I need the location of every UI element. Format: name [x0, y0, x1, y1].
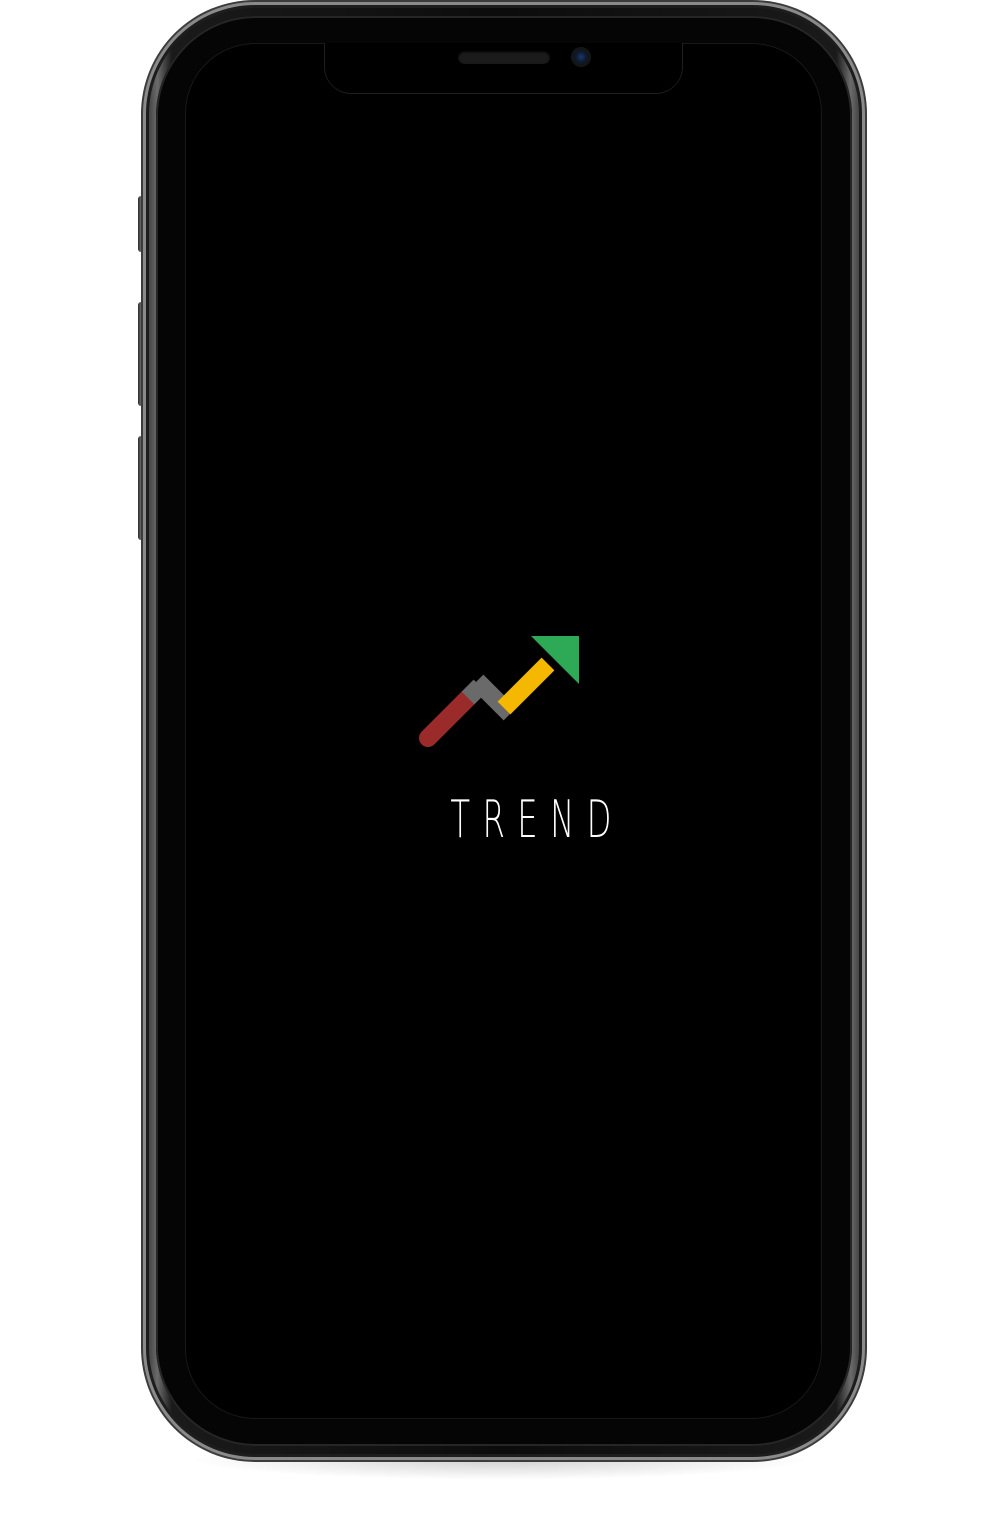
logo-rise-segment — [497, 657, 555, 715]
front-camera — [571, 47, 591, 67]
app-name-title: TREND — [450, 790, 624, 850]
earpiece-speaker — [458, 51, 550, 64]
phone-mockup-stage: TREND — [0, 0, 1000, 1513]
logo-down-segment — [419, 689, 477, 747]
trend-up-arrow-icon — [419, 636, 579, 747]
